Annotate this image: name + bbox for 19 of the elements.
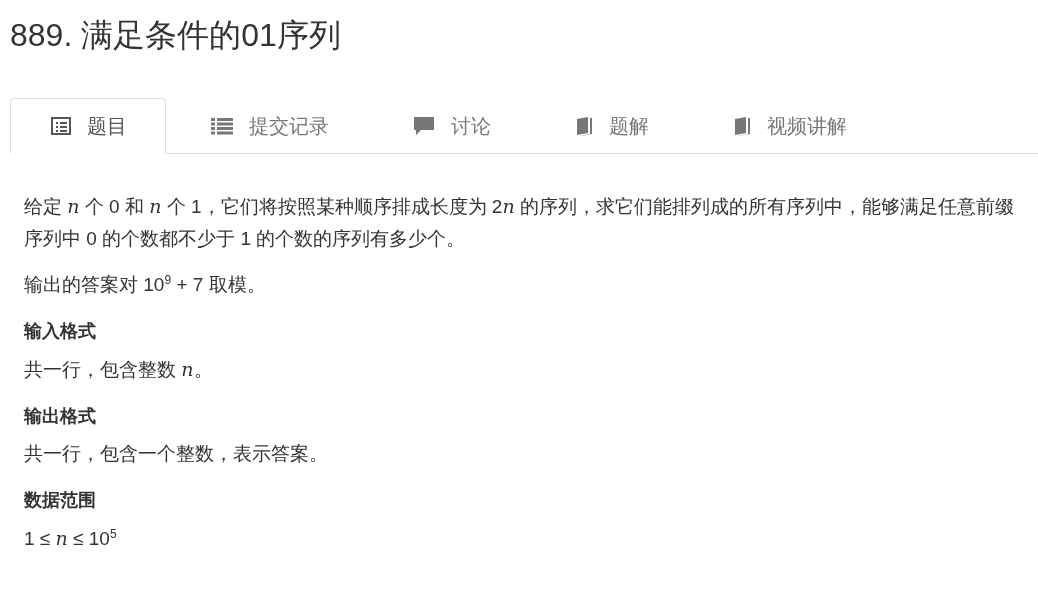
book-icon <box>575 116 593 136</box>
tab[interactable]: 视频讲解 <box>692 98 886 154</box>
tab[interactable]: 题解 <box>534 98 688 154</box>
tab[interactable]: 提交记录 <box>170 98 368 154</box>
paragraph: 共一行，包含一个整数，表示答案。 <box>24 442 329 466</box>
section-heading: 数据范围 <box>24 489 97 512</box>
section-heading: 输入格式 <box>24 320 97 343</box>
tab[interactable]: 讨论 <box>372 98 530 154</box>
paragraph: 给定 n 个 0 和 n 个 1，它们将按照某种顺序排成长度为 2n 的序列，求它们能排列成的所有序列中，能够满足任意前缀序列中 0 的个数都不少于 1 的个数的序列有多少个。 <box>24 194 1015 251</box>
paragraph: 输出的答案对 10$^{9}$ + 7 取模。 <box>24 271 267 297</box>
paragraph: 共一行，包含整数 n。 <box>24 357 214 382</box>
problem-title: 889. 满足条件的01序列 <box>10 16 341 55</box>
section-heading: 输出格式 <box>24 405 97 428</box>
tab[interactable]: 题目 <box>10 98 166 154</box>
document-icon <box>51 117 71 135</box>
book-icon <box>733 116 751 136</box>
comment-icon <box>413 116 435 136</box>
paragraph: 1 ≤ n ≤ 10$^{5}$ <box>24 525 118 551</box>
list-icon <box>211 117 233 135</box>
